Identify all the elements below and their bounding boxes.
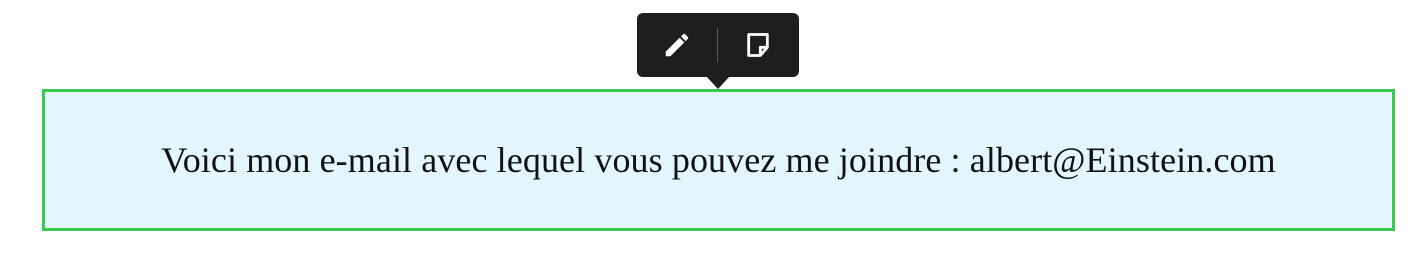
edit-button[interactable] <box>637 13 717 77</box>
pencil-icon <box>662 30 692 60</box>
toolbar-pointer <box>706 76 730 89</box>
block-toolbar <box>637 13 799 89</box>
block-text[interactable]: Voici mon e-mail avec lequel vous pouvez… <box>161 139 1275 181</box>
note-icon <box>744 31 772 59</box>
selected-text-block[interactable]: Voici mon e-mail avec lequel vous pouvez… <box>42 89 1395 231</box>
note-button[interactable] <box>718 13 798 77</box>
